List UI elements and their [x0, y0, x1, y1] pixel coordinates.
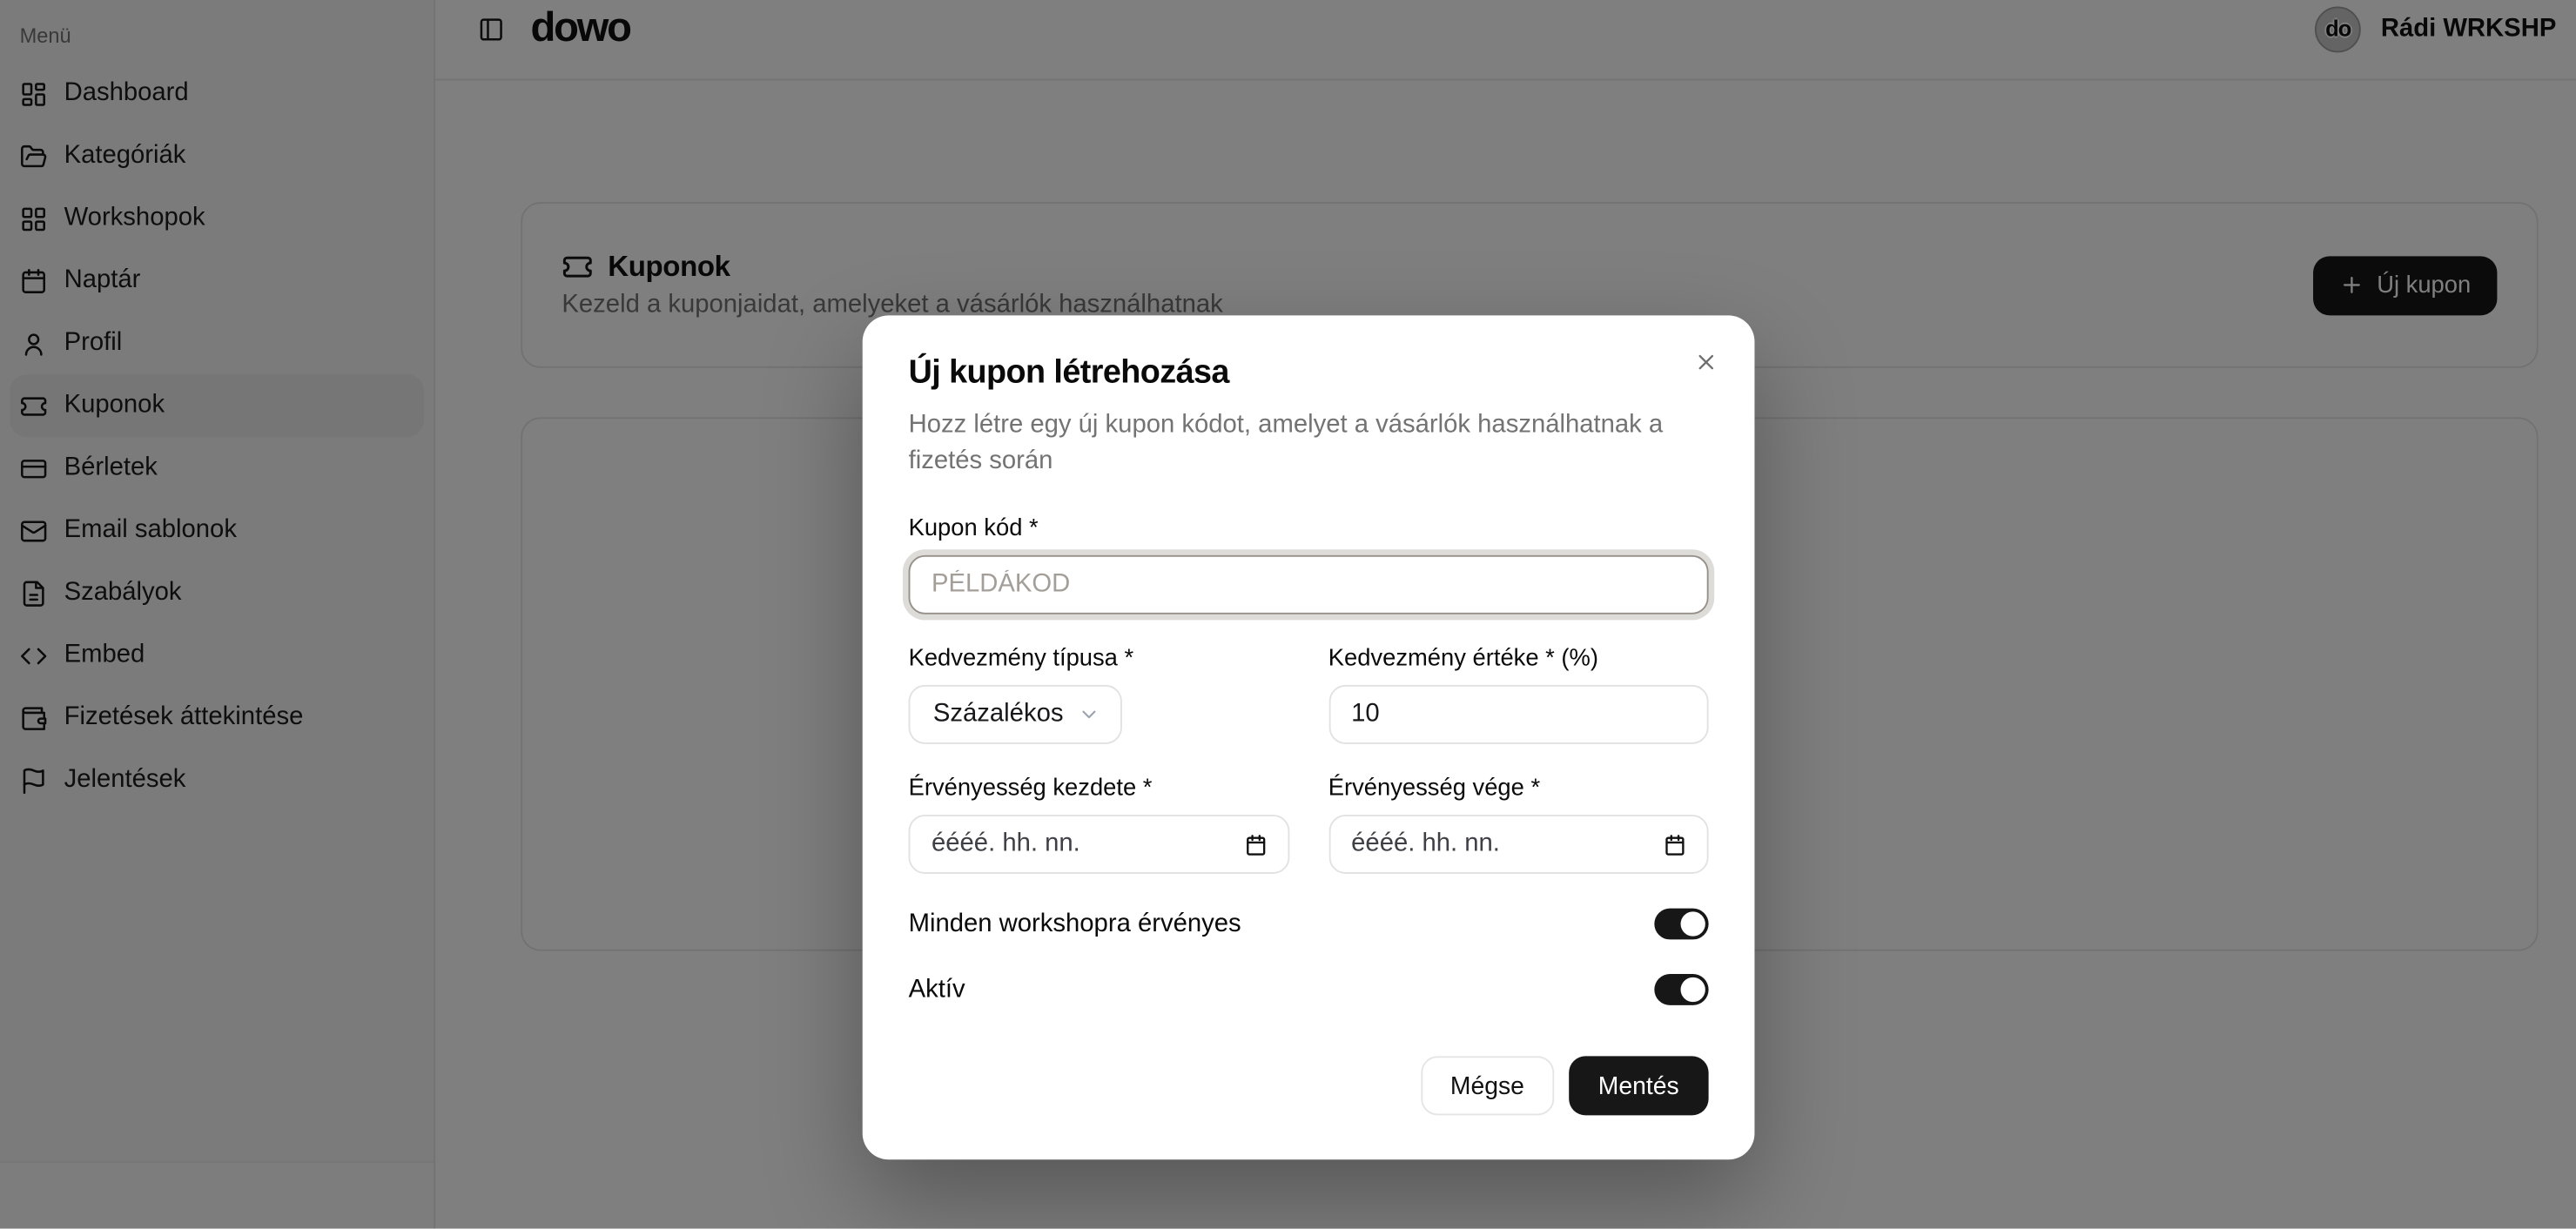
close-icon [1693, 349, 1718, 373]
all-workshops-toggle-label: Minden workshopra érvényes [909, 910, 1241, 939]
save-button[interactable]: Mentés [1569, 1056, 1709, 1115]
chevron-down-icon [1078, 703, 1100, 726]
cancel-button[interactable]: Mégse [1421, 1056, 1554, 1115]
toggle-thumb [1681, 911, 1705, 936]
active-toggle-label: Aktív [909, 975, 965, 1004]
modal-title: Új kupon létrehozása [909, 355, 1709, 393]
valid-from-label: Érvényesség kezdete * [909, 776, 1289, 802]
calendar-icon [1663, 832, 1687, 856]
active-toggle[interactable] [1654, 974, 1708, 1005]
all-workshops-toggle[interactable] [1654, 909, 1708, 940]
coupon-code-input[interactable] [909, 555, 1709, 614]
app-window: Menü Dashboard Kategóriák Workshopok Nap… [0, 0, 2576, 1229]
coupon-code-label: Kupon kód * [909, 516, 1709, 542]
discount-type-label: Kedvezmény típusa * [909, 646, 1289, 672]
create-coupon-modal: Új kupon létrehozása Hozz létre egy új k… [863, 315, 1755, 1159]
calendar-icon [1243, 832, 1268, 856]
discount-value-label: Kedvezmény értéke * (%) [1328, 646, 1709, 672]
modal-description: Hozz létre egy új kupon kódot, amelyet a… [909, 407, 1681, 480]
valid-from-placeholder: éééé. hh. nn. [932, 829, 1080, 859]
valid-to-label: Érvényesség vége * [1328, 776, 1709, 802]
toggle-thumb [1681, 977, 1705, 1002]
valid-to-date-input[interactable]: éééé. hh. nn. [1328, 815, 1709, 874]
modal-close-button[interactable] [1691, 346, 1720, 376]
valid-from-date-input[interactable]: éééé. hh. nn. [909, 815, 1289, 874]
valid-to-placeholder: éééé. hh. nn. [1351, 829, 1500, 859]
discount-value-input[interactable] [1328, 685, 1709, 744]
discount-type-select[interactable]: Százalékos [909, 685, 1122, 744]
discount-type-value: Százalékos [933, 700, 1064, 729]
